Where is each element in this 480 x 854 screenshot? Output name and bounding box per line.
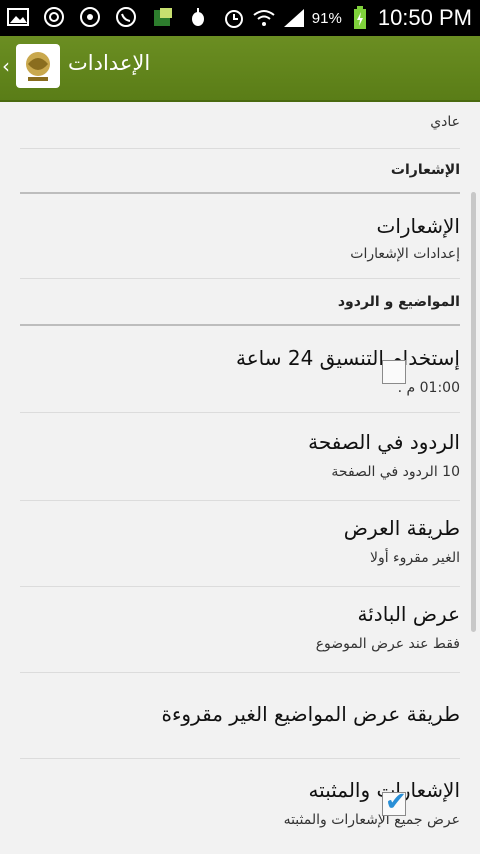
battery-icon — [348, 6, 372, 30]
scrollbar[interactable] — [471, 192, 476, 632]
list-item-replies-per-page[interactable]: الردود في الصفحة 10 الردود في الصفحة — [20, 412, 460, 501]
section-header-topics: المواضيع و الردود — [20, 294, 460, 326]
action-bar: ‹ الإعدادات — [0, 36, 480, 102]
time24-summary: 01:00 م . — [397, 380, 460, 396]
unread-title: طريقة عرض المواضيع الغير مقروءة — [161, 702, 460, 726]
download-icon — [78, 5, 102, 29]
list-item-starter-view[interactable]: عرض البادئة فقط عند عرض الموضوع — [20, 586, 460, 673]
pinned-checkbox[interactable]: ✔ — [382, 787, 407, 817]
time24-title: إستخدام التنسيق 24 ساعة — [235, 346, 460, 370]
starter-summary: فقط عند عرض الموضوع — [315, 636, 460, 652]
app-logo[interactable] — [16, 44, 60, 88]
list-item-view-mode[interactable]: طريقة العرض الغير مقروء أولا — [20, 500, 460, 587]
bulb-icon — [186, 5, 210, 29]
replies-summary: 10 الردود في الصفحة — [331, 464, 460, 480]
wifi-icon — [252, 6, 276, 30]
battery-percent: 91% — [311, 9, 342, 27]
replies-title: الردود في الصفحة — [308, 430, 460, 454]
list-item-unread-view[interactable]: طريقة عرض المواضيع الغير مقروءة — [20, 672, 460, 759]
notifications-title: الإشعارات — [376, 214, 460, 238]
back-chevron-icon[interactable]: ‹ — [2, 54, 10, 78]
notification-icons — [6, 5, 210, 29]
list-item-notifications[interactable]: الإشعارات إعدادات الإشعارات — [20, 198, 460, 279]
pinned-summary: عرض جميع الإشعارات والمثبته — [283, 812, 460, 828]
check-icon: ✔ — [385, 787, 407, 817]
status-bar: 91% 10:50 PM — [0, 0, 480, 36]
list-item-font-size[interactable]: عادي — [20, 102, 460, 149]
page-title: الإعدادات — [68, 51, 151, 75]
notifications-summary: إعدادات الإشعارات — [350, 246, 460, 262]
sync-icon — [42, 5, 66, 29]
alarm-icon — [222, 6, 246, 30]
list-item-24h-format[interactable]: إستخدام التنسيق 24 ساعة 01:00 م . — [20, 324, 460, 413]
viewmode-title: طريقة العرض — [343, 516, 460, 540]
time24-checkbox[interactable] — [382, 360, 406, 384]
viewmode-summary: الغير مقروء أولا — [369, 550, 460, 566]
status-right: 91% 10:50 PM — [222, 0, 472, 36]
signal-icon — [282, 6, 306, 30]
clock: 10:50 PM — [377, 5, 472, 30]
whatsapp-icon — [114, 5, 138, 29]
settings-list[interactable]: عادي الإشعارات الإشعارات إعدادات الإشعار… — [0, 102, 480, 854]
starter-title: عرض البادئة — [357, 602, 460, 626]
app-icon — [150, 5, 174, 29]
font-size-summary: عادي — [430, 114, 460, 130]
section-header-notifications: الإشعارات — [20, 162, 460, 194]
gallery-icon — [6, 5, 30, 29]
list-item-pinned[interactable]: الإشعارات والمثبته عرض جميع الإشعارات وا… — [20, 758, 460, 854]
